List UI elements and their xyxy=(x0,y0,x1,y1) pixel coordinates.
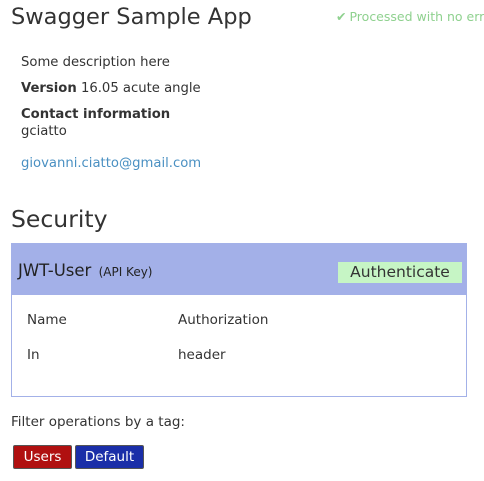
swagger-page: Swagger Sample App ✔ Processed with no er… xyxy=(0,0,484,481)
api-description: Some description here xyxy=(21,55,170,70)
filter-label: Filter operations by a tag: xyxy=(11,414,185,430)
status-text: Processed with no errors xyxy=(349,9,484,24)
version-value: 16.05 acute angle xyxy=(80,81,201,96)
validation-status: ✔Processed with no errors xyxy=(336,9,484,25)
contact-email-link[interactable]: giovanni.ciatto@gmail.com xyxy=(21,155,201,172)
scheme-row-value: Authorization xyxy=(178,312,269,328)
scheme-row-value: header xyxy=(178,347,226,363)
api-version: Version 16.05 acute angle xyxy=(21,80,201,97)
security-heading: Security xyxy=(11,205,108,233)
scheme-row-key: Name xyxy=(27,312,67,328)
scheme-row-key: In xyxy=(27,347,40,363)
scheme-type: (API Key) xyxy=(98,265,153,279)
check-icon: ✔ xyxy=(336,9,347,24)
app-title: Swagger Sample App xyxy=(11,4,252,30)
security-scheme-header: JWT-User (API Key) Authenticate xyxy=(12,244,466,295)
scheme-title: JWT-User xyxy=(18,261,92,280)
scheme-name: JWT-User (API Key) xyxy=(18,261,152,282)
contact-heading: Contact information xyxy=(21,107,171,122)
security-scheme-panel: JWT-User (API Key) Authenticate Name Aut… xyxy=(11,243,467,397)
tag-default-button[interactable]: Default xyxy=(75,445,144,469)
contact-name: gciatto xyxy=(21,124,67,139)
tag-users-button[interactable]: Users xyxy=(13,445,72,469)
authenticate-button[interactable]: Authenticate xyxy=(338,262,462,283)
version-label: Version xyxy=(21,81,77,96)
